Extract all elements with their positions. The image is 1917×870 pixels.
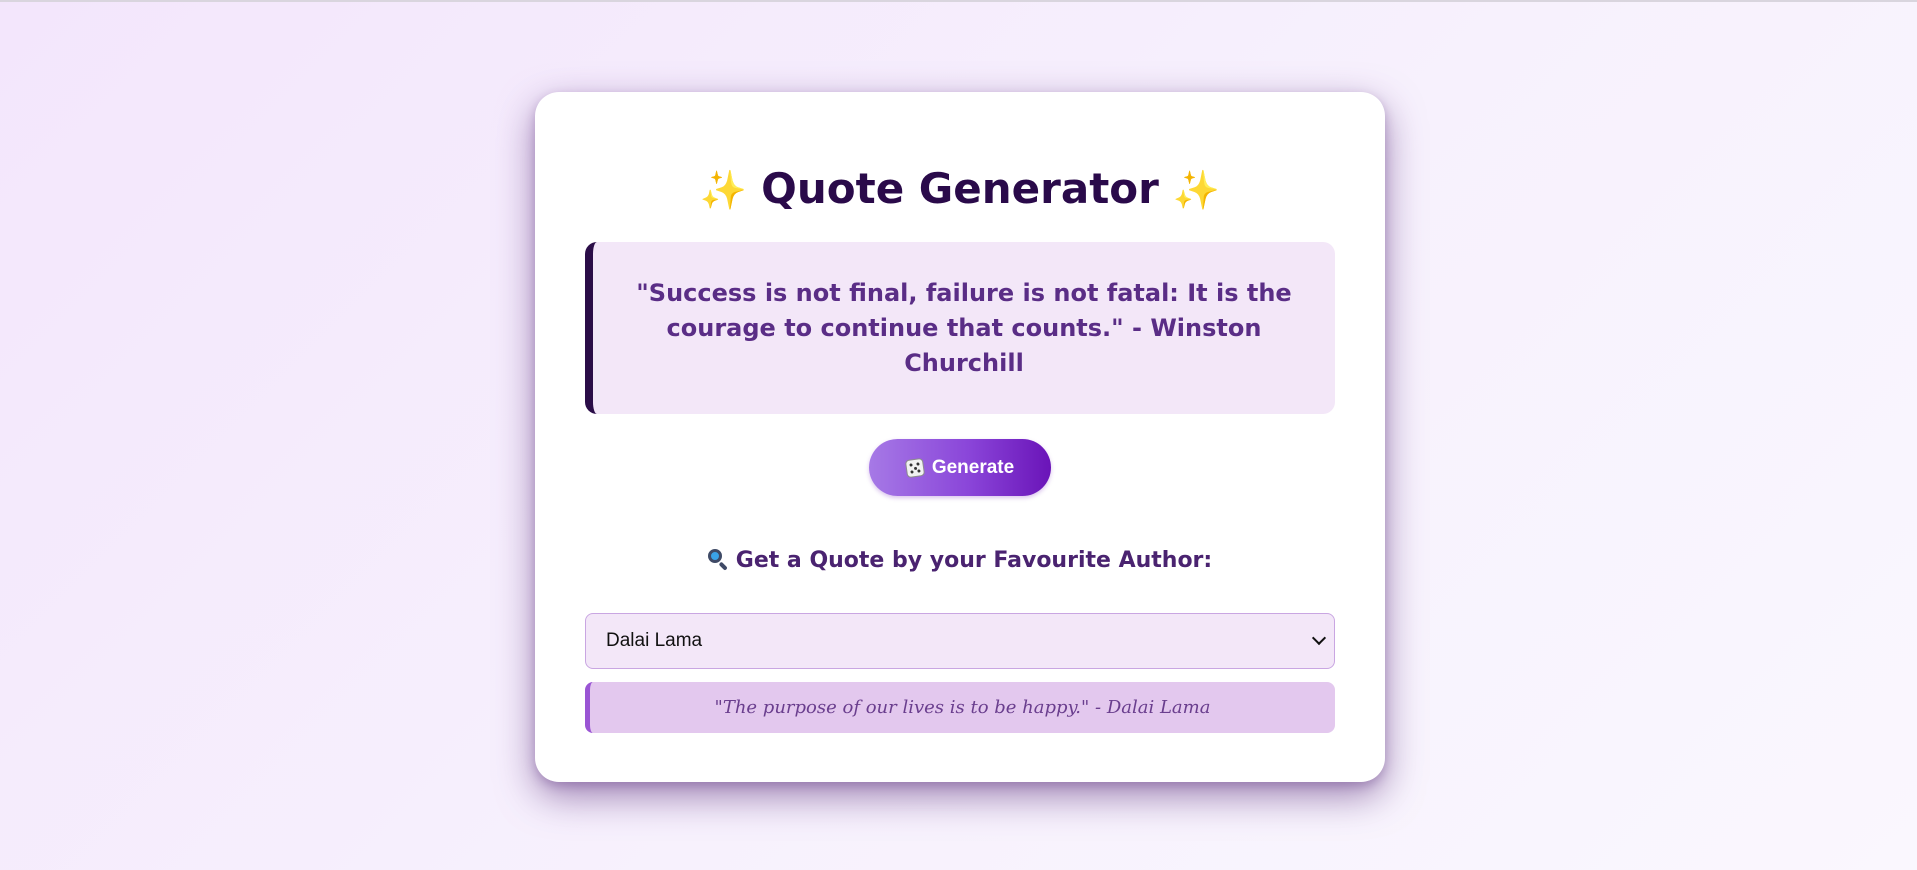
author-select-value: Dalai Lama [606,630,703,651]
generate-button-label: Generate [931,456,1015,478]
author-section-label: Get a Quote by your Favourite Author: [535,548,1385,573]
sparkle-icon: ✨ [1172,168,1221,212]
chevron-down-icon [1311,630,1327,646]
author-select[interactable]: Dalai Lama [585,613,1335,669]
page-title: ✨ Quote Generator ✨ [535,162,1385,217]
main-quote-text: "Success is not final, failure is not fa… [636,278,1292,377]
sparkle-icon: ✨ [699,168,748,212]
top-border [0,0,1917,2]
generate-button[interactable]: Generate [869,439,1051,496]
author-quote-box: "The purpose of our lives is to be happy… [585,682,1335,733]
magnifying-glass-icon [707,549,728,571]
title-text: Quote Generator [761,164,1159,213]
main-quote-box: "Success is not final, failure is not fa… [585,242,1335,414]
dice-icon [904,457,925,478]
author-label-text: Get a Quote by your Favourite Author: [735,548,1213,573]
quote-card: ✨ Quote Generator ✨ "Success is not final,… [535,92,1385,782]
author-quote-text: "The purpose of our lives is to be happy… [714,697,1211,718]
